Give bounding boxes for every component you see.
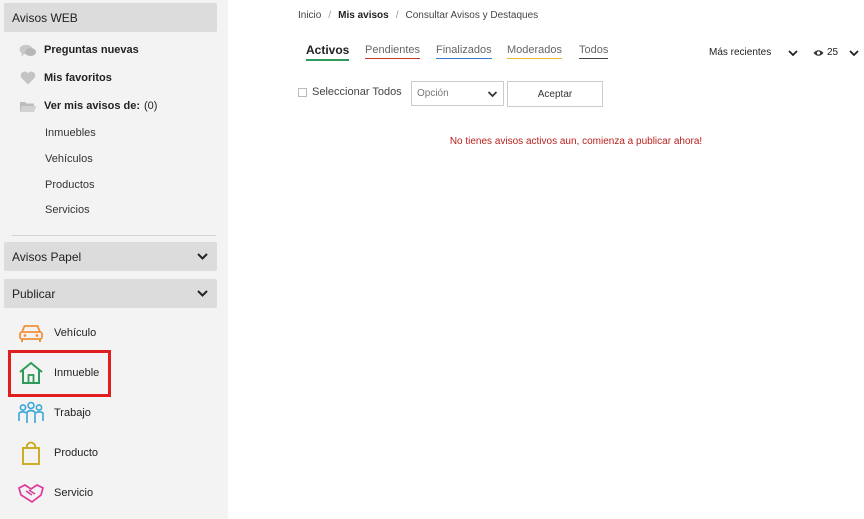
avisos-web-title: Avisos WEB xyxy=(12,10,78,25)
sidebar-item-label: Preguntas nuevas xyxy=(44,44,139,56)
sidebar-item-ver-mis-avisos[interactable]: Ver mis avisos de: (0) xyxy=(18,99,157,113)
chevron-down-icon xyxy=(195,287,209,301)
sidebar-subitem-vehiculos[interactable]: Vehículos xyxy=(45,153,93,165)
people-icon xyxy=(16,399,46,427)
avisos-web-header[interactable]: Avisos WEB xyxy=(4,3,217,32)
accept-button[interactable]: Aceptar xyxy=(507,81,603,107)
tab-activos[interactable]: Activos xyxy=(306,43,350,61)
highlight-box xyxy=(8,350,111,397)
tab-pendientes[interactable]: Pendientes xyxy=(365,44,421,59)
select-all-checkbox[interactable]: Seleccionar Todos xyxy=(298,86,402,98)
select-all-label: Seleccionar Todos xyxy=(312,86,402,98)
chat-bubbles-icon xyxy=(18,43,38,57)
publicar-item-label: Producto xyxy=(54,447,99,459)
publicar-item-servicio[interactable]: Servicio xyxy=(16,479,93,507)
eye-icon xyxy=(813,49,824,57)
sidebar-item-preguntas-nuevas[interactable]: Preguntas nuevas xyxy=(18,43,139,57)
tab-todos[interactable]: Todos xyxy=(579,44,609,59)
heart-icon xyxy=(18,71,38,85)
breadcrumb-current: Consultar Avisos y Destaques xyxy=(405,10,539,21)
views-count: 25 xyxy=(827,47,839,58)
chevron-down-icon[interactable] xyxy=(787,47,799,59)
handshake-icon xyxy=(16,479,46,507)
breadcrumb-separator: / xyxy=(395,10,399,21)
chevron-down-icon[interactable] xyxy=(848,47,860,59)
sidebar: Avisos WEB Preguntas nuevas Mis favorito… xyxy=(0,0,228,519)
publicar-item-producto[interactable]: Producto xyxy=(16,439,98,467)
publicar-header[interactable]: Publicar xyxy=(4,279,217,308)
chevron-down-icon xyxy=(195,250,209,264)
publicar-item-label: Vehículo xyxy=(54,327,97,339)
views-per-page-select[interactable]: 25 xyxy=(813,47,838,58)
publicar-item-label: Trabajo xyxy=(54,407,91,419)
option-select[interactable]: Opción xyxy=(411,81,504,106)
publicar-item-label: Servicio xyxy=(54,487,94,499)
empty-state-message: No tienes avisos activos aun, comienza a… xyxy=(449,136,703,147)
breadcrumb: Inicio / Mis avisos / Consultar Avisos y… xyxy=(298,10,538,21)
divider xyxy=(12,235,216,236)
sidebar-item-label: Ver mis avisos de: xyxy=(44,100,140,112)
publicar-title: Publicar xyxy=(12,286,56,301)
tab-moderados[interactable]: Moderados xyxy=(507,44,563,59)
option-select-value: Opción xyxy=(417,88,449,99)
breadcrumb-separator: / xyxy=(328,10,332,21)
sidebar-subitem-productos[interactable]: Productos xyxy=(45,179,95,191)
chevron-down-icon xyxy=(487,90,498,98)
car-icon xyxy=(16,319,46,347)
sidebar-item-label: Mis favoritos xyxy=(44,72,112,84)
breadcrumb-inicio[interactable]: Inicio xyxy=(298,10,321,21)
sidebar-item-mis-favoritos[interactable]: Mis favoritos xyxy=(18,71,112,85)
avisos-papel-title: Avisos Papel xyxy=(12,249,82,264)
checkbox[interactable] xyxy=(298,87,307,97)
sidebar-subitem-servicios[interactable]: Servicios xyxy=(45,204,90,216)
sidebar-subitem-inmuebles[interactable]: Inmuebles xyxy=(45,127,96,139)
shopping-bag-icon xyxy=(16,439,46,467)
breadcrumb-mis-avisos[interactable]: Mis avisos xyxy=(338,10,389,21)
avisos-count: (0) xyxy=(144,100,158,112)
avisos-papel-header[interactable]: Avisos Papel xyxy=(4,242,217,271)
tab-finalizados[interactable]: Finalizados xyxy=(436,44,492,59)
publicar-item-vehiculo[interactable]: Vehículo xyxy=(16,319,96,347)
publicar-item-trabajo[interactable]: Trabajo xyxy=(16,399,91,427)
folder-icon xyxy=(18,99,38,113)
sort-select[interactable]: Más recientes xyxy=(709,47,771,58)
